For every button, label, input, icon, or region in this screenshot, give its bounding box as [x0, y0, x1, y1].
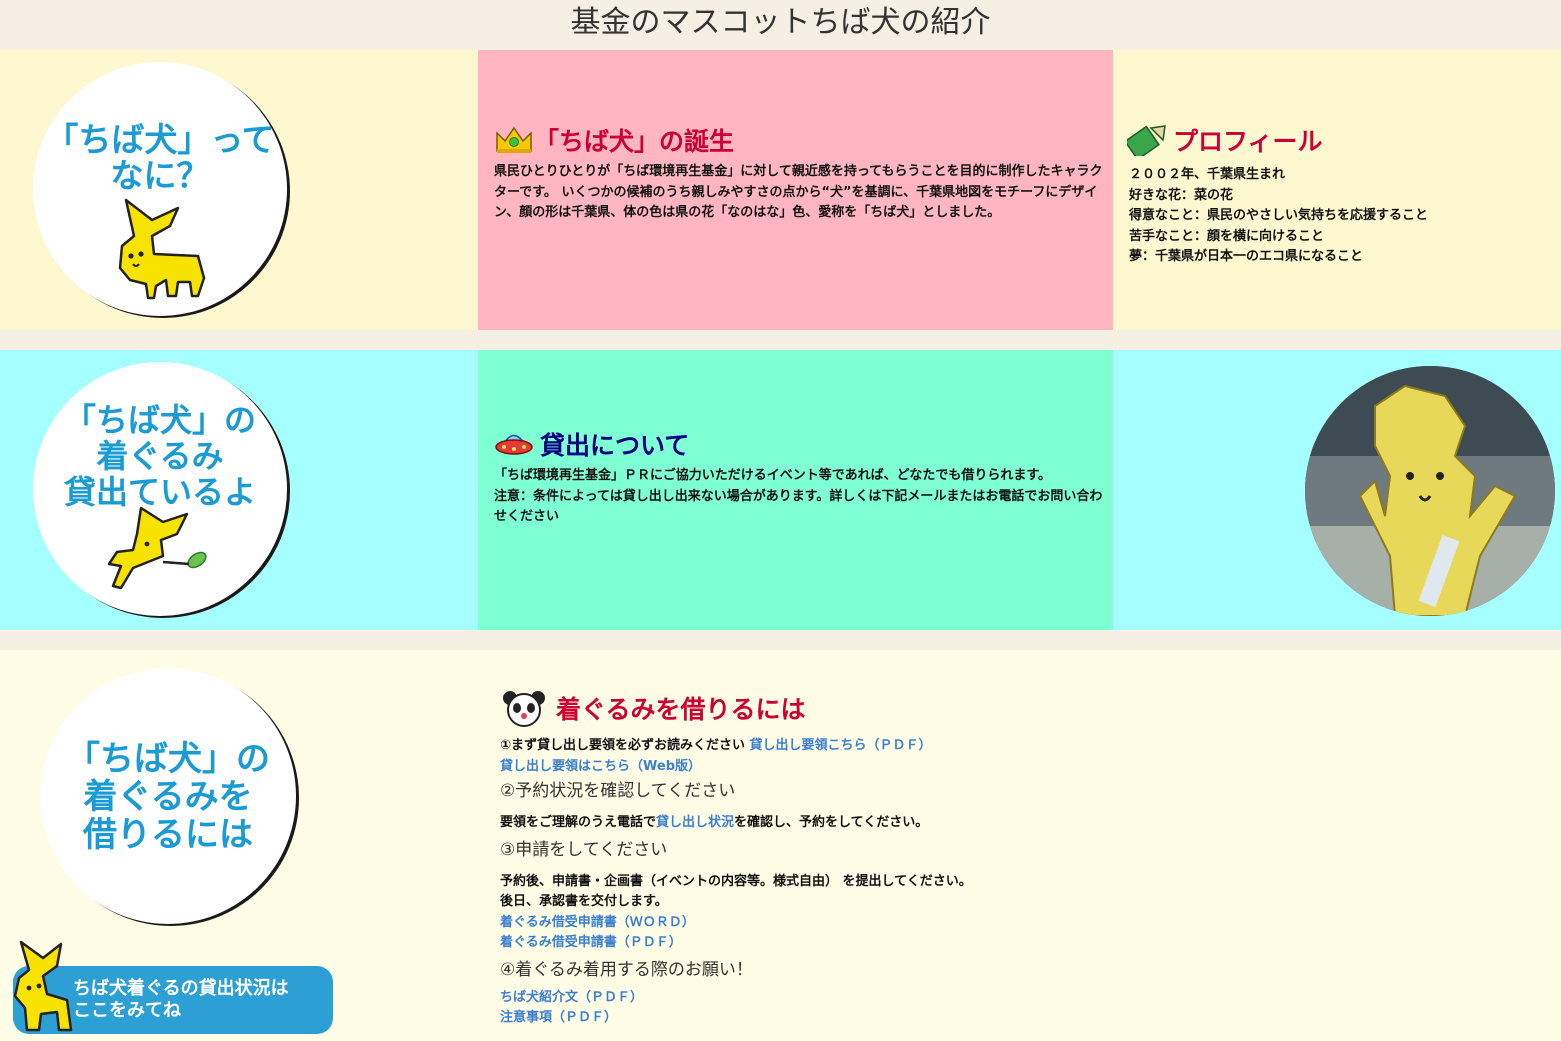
lending-notice: 注意：条件によっては貸し出し出来ない場合があります。詳しくは下記メールまたはお電…	[494, 488, 1103, 525]
section-what-is-chibainu: 「ちば犬」って なに？ 「ちば犬」の誕生 県民ひとりひとりが「ちば環境再生基金」…	[0, 50, 1561, 330]
profile-list: ２００２年、千葉県生まれ 好きな花：菜の花 得意なこと：県民のやさしい気持ちを応…	[1129, 165, 1549, 268]
birth-panel: 「ちば犬」の誕生 県民ひとりひとりが「ちば環境再生基金」に対して親近感を持っても…	[478, 50, 1113, 330]
lending-eligibility: 「ちば環境再生基金」ＰＲにご協力いただけるイベント等であれば、どなたでも借りられ…	[494, 468, 1052, 483]
section2-left-panel: 「ちば犬」の 着ぐるみ 貸出ているよ	[0, 350, 478, 630]
birth-description: 県民ひとりひとりが「ちば環境再生基金」に対して親近感を持ってもらうことを目的に制…	[494, 164, 1103, 220]
profile-heading-text: プロフィール	[1173, 127, 1323, 156]
profile-heading: プロフィール	[1127, 122, 1323, 158]
rent-heading-text: 着ぐるみを借りるには	[556, 695, 806, 724]
step3-title: ③申請をしてください	[500, 839, 668, 860]
section-costume-lending: 「ちば犬」の 着ぐるみ 貸出ているよ 貸出について 「ちば環境再生基金」ＰＲにご…	[0, 350, 1561, 630]
chiba-dog-mascot-icon	[118, 198, 206, 300]
ufo-icon	[495, 434, 533, 455]
pencil-icon	[1127, 125, 1166, 156]
lending-heading: 貸出について	[494, 426, 689, 462]
lending-status-banner-text: ちば犬着ぐるの貸出状況は ここをみてね	[73, 978, 289, 1021]
profile-strength: 得意なこと：県民のやさしい気持ちを応援すること	[1129, 208, 1429, 223]
step3-line2: 後日、承認書を交付します。	[500, 894, 668, 909]
lending-heading-text: 貸出について	[540, 431, 690, 460]
crown-icon	[496, 126, 532, 153]
lending-panel: 貸出について 「ちば環境再生基金」ＰＲにご協力いただけるイベント等であれば、どな…	[478, 350, 1113, 630]
rent-heading: 着ぐるみを借りるには	[500, 688, 806, 728]
lending-status-link[interactable]: 貸し出し状況	[656, 815, 734, 830]
application-word-link[interactable]: 着ぐるみ借受申請書（ＷＯＲＤ）	[500, 913, 1200, 934]
chiba-dog-mascot-icon	[107, 506, 207, 590]
section2-right-panel	[1113, 350, 1561, 630]
costume-lending-title: 「ちば犬」の 着ぐるみ 貸出ているよ	[63, 401, 256, 511]
what-is-chibainu-title: 「ちば犬」って なに？	[45, 120, 275, 195]
application-pdf-link[interactable]: 着ぐるみ借受申請書（ＰＤＦ）	[500, 933, 1200, 954]
step2-post: を確認し、予約をしてください。	[734, 815, 929, 830]
step1-text: ①まず貸し出し要領を必ずお読みください	[500, 738, 746, 753]
profile-panel: プロフィール ２００２年、千葉県生まれ 好きな花：菜の花 得意なこと：県民のやさ…	[1113, 50, 1561, 330]
section1-left-panel: 「ちば犬」って なに？	[0, 50, 478, 330]
profile-weakness: 苦手なこと：顔を横に向けること	[1129, 228, 1325, 244]
mascot-costume-photo	[1305, 366, 1555, 616]
what-is-chibainu-circle: 「ちば犬」って なに？	[33, 62, 287, 316]
step1-row: ①まず貸し出し要領を必ずお読みください 貸し出し要領こちら（ＰＤＦ）	[500, 736, 1200, 757]
profile-favorite-flower: 好きな花：菜の花	[1129, 187, 1234, 203]
lending-status-banner[interactable]: ちば犬着ぐるの貸出状況は ここをみてね	[5, 938, 335, 1038]
step2-pre: 要領をご理解のうえ電話で	[500, 815, 657, 830]
mascot-costume-photo-art	[1305, 366, 1555, 616]
rent-steps: ①まず貸し出し要領を必ずお読みください 貸し出し要領こちら（ＰＤＦ） 貸し出し要…	[500, 736, 1200, 1029]
notes-pdf-link[interactable]: 注意事項（ＰＤＦ）	[500, 1008, 1200, 1029]
lending-guide-web-link[interactable]: 貸し出し要領はこちら（Web版）	[500, 757, 1200, 778]
step3-line1: 予約後、申請書・企画書（イベントの内容等。様式自由） を提出してください。	[500, 873, 972, 889]
birth-heading-text: 「ちば犬」の誕生	[534, 127, 735, 156]
step2-row: 要領をご理解のうえ電話で貸し出し状況を確認し、予約をしてください。	[500, 813, 1200, 834]
profile-birth: ２００２年、千葉県生まれ	[1129, 167, 1286, 182]
lending-guide-pdf-link[interactable]: 貸し出し要領こちら（ＰＤＦ）	[750, 738, 932, 753]
chiba-dog-mascot-icon	[13, 940, 73, 1032]
step2-title: ②予約状況を確認してください	[500, 781, 736, 801]
lending-description: 「ちば環境再生基金」ＰＲにご協力いただけるイベント等であれば、どなたでも借りられ…	[494, 466, 1104, 528]
panda-icon	[503, 691, 545, 727]
how-to-rent-title: 「ちば犬」の 着ぐるみを 借りるには	[66, 739, 270, 855]
birth-heading: 「ちば犬」の誕生	[494, 122, 734, 158]
how-to-rent-circle: 「ちば犬」の 着ぐるみを 借りるには	[40, 668, 296, 924]
step4-title: ④着ぐるみ着用する際のお願い！	[500, 959, 753, 980]
chibainu-intro-pdf-link[interactable]: ちば犬紹介文（ＰＤＦ）	[500, 988, 1200, 1009]
profile-dream: 夢：千葉県が日本一のエコ県になること	[1129, 249, 1364, 264]
costume-lending-circle: 「ちば犬」の 着ぐるみ 貸出ているよ	[33, 362, 287, 616]
page-title: 基金のマスコットちば犬の紹介	[570, 5, 991, 40]
